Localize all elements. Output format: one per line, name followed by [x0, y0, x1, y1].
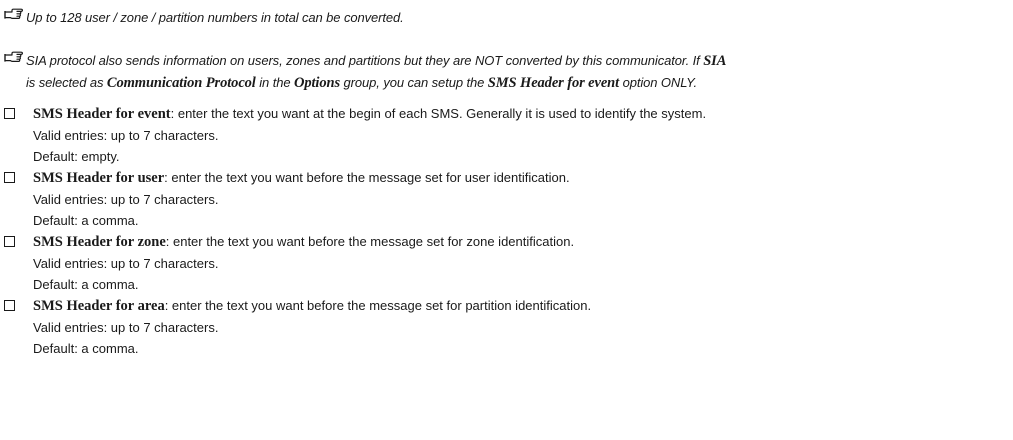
option-valid-entries: Valid entries: up to 7 characters.	[33, 256, 219, 271]
note-line-2: is selected as Communication Protocol in…	[26, 72, 726, 94]
option-title: SMS Header for user	[33, 170, 165, 186]
note-text-part: SIA protocol also sends information on u…	[26, 53, 704, 68]
option-default: Default: a comma.	[33, 277, 139, 292]
option-description-line: SMS Header for zone: enter the text you …	[33, 231, 574, 253]
option-sms-header-user: SMS Header for user: enter the text you …	[4, 167, 1009, 231]
option-sms-header-area: SMS Header for area: enter the text you …	[4, 295, 1009, 359]
option-default: Default: empty.	[33, 149, 120, 164]
note-emphasis-options: Options	[293, 75, 341, 91]
option-title: SMS Header for zone	[33, 234, 166, 250]
option-text: SMS Header for area: enter the text you …	[33, 295, 591, 359]
note-sia-protocol: SIA protocol also sends information on u…	[4, 50, 1009, 94]
option-description: : enter the text you want at the begin o…	[170, 106, 707, 121]
option-valid-entries: Valid entries: up to 7 characters.	[33, 320, 219, 335]
note-text-part: Up to 128 user / zone / partition number…	[26, 10, 404, 25]
checkbox-icon	[4, 236, 15, 247]
note-text: Up to 128 user / zone / partition number…	[26, 7, 404, 29]
option-title: SMS Header for event	[33, 106, 171, 122]
pointing-hand-icon	[4, 8, 23, 19]
note-line-1: SIA protocol also sends information on u…	[26, 50, 726, 72]
option-sms-header-event: SMS Header for event: enter the text you…	[4, 103, 1009, 167]
option-description-line: SMS Header for area: enter the text you …	[33, 295, 591, 317]
note-text-part: group, you can setup the	[340, 75, 488, 90]
option-text: SMS Header for event: enter the text you…	[33, 103, 706, 167]
checkbox-icon	[4, 108, 15, 119]
option-description: : enter the text you want before the mes…	[164, 298, 592, 313]
note-text-part: option ONLY.	[619, 75, 698, 90]
option-description-line: SMS Header for event: enter the text you…	[33, 103, 706, 125]
option-description-line: SMS Header for user: enter the text you …	[33, 167, 570, 189]
note-max-conversions: Up to 128 user / zone / partition number…	[4, 7, 1009, 29]
checkbox-icon	[4, 172, 15, 183]
option-text: SMS Header for zone: enter the text you …	[33, 231, 574, 295]
option-title: SMS Header for area	[33, 298, 165, 314]
checkbox-icon	[4, 300, 15, 311]
option-description: : enter the text you want before the mes…	[165, 234, 575, 249]
option-sms-header-zone: SMS Header for zone: enter the text you …	[4, 231, 1009, 295]
option-default: Default: a comma.	[33, 341, 139, 356]
option-valid-entries: Valid entries: up to 7 characters.	[33, 128, 219, 143]
note-emphasis-sms-header-event: SMS Header for event	[487, 75, 620, 91]
option-text: SMS Header for user: enter the text you …	[33, 167, 570, 231]
note-emphasis-communication-protocol: Communication Protocol	[106, 75, 256, 91]
note-text: SIA protocol also sends information on u…	[26, 50, 726, 94]
note-text-part: is selected as	[26, 75, 107, 90]
note-emphasis-sia: SIA	[703, 53, 727, 69]
note-text-part: in the	[255, 75, 294, 90]
pointing-hand-icon	[4, 51, 23, 62]
option-valid-entries: Valid entries: up to 7 characters.	[33, 192, 219, 207]
option-default: Default: a comma.	[33, 213, 139, 228]
option-description: : enter the text you want before the mes…	[164, 170, 570, 185]
